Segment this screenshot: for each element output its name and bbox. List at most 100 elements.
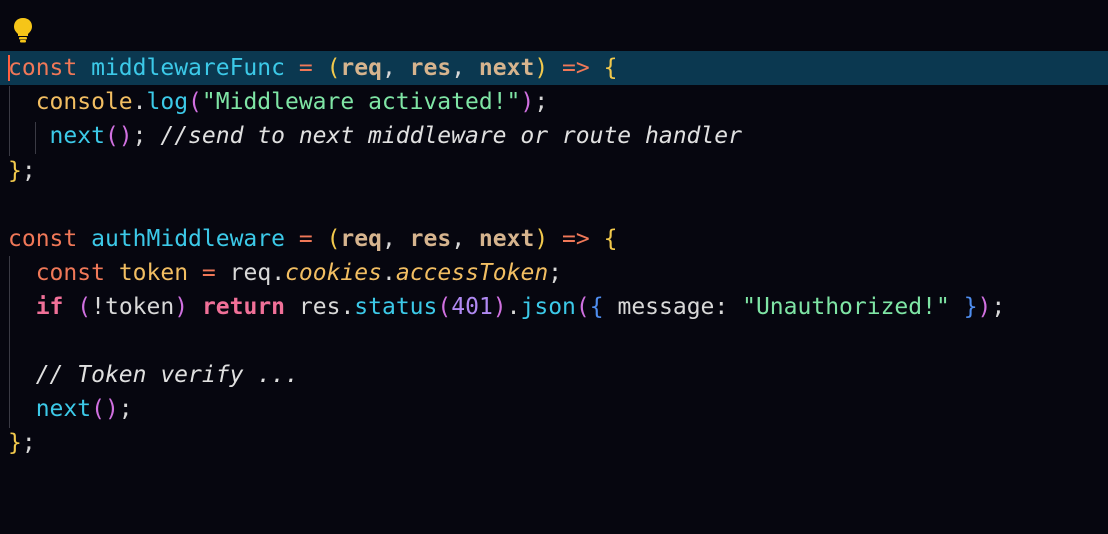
- code-token: ): [977, 294, 992, 320]
- indent-guide: [9, 256, 10, 428]
- code-token: res: [409, 55, 452, 81]
- code-token: const: [35, 260, 105, 286]
- code-token: authMiddleware: [91, 226, 285, 252]
- code-token: .: [271, 260, 286, 286]
- code-token: !token: [91, 294, 175, 320]
- code-token: (: [188, 89, 202, 115]
- code-token: cookies: [285, 260, 382, 286]
- code-line[interactable]: [0, 324, 1108, 358]
- code-token: {: [603, 55, 618, 81]
- code-token: status: [354, 294, 438, 320]
- code-token: middlewareFunc: [91, 55, 285, 81]
- code-token: {: [589, 294, 604, 320]
- code-token: =>: [562, 55, 590, 81]
- code-token: .: [340, 294, 355, 320]
- code-line[interactable]: };: [0, 426, 1108, 460]
- code-token: ): [520, 89, 535, 115]
- code-token: "Middleware activated!": [201, 89, 521, 115]
- code-token: ,: [451, 55, 479, 81]
- code-token: }: [963, 294, 978, 320]
- code-token: }: [8, 158, 22, 184]
- lightbulb-icon[interactable]: [12, 17, 34, 43]
- code-token: ;: [548, 260, 563, 286]
- code-line[interactable]: if (!token) return res.status(401).json(…: [0, 290, 1108, 324]
- code-token: "Unauthorized!": [742, 294, 950, 320]
- code-token: req: [340, 55, 382, 81]
- code-line[interactable]: next();: [0, 392, 1108, 426]
- code-token: if: [35, 294, 64, 320]
- code-token: return: [201, 294, 286, 320]
- indent-guide: [9, 86, 10, 156]
- code-text: // Token verify ...: [8, 358, 299, 392]
- code-token: res: [409, 226, 452, 252]
- code-text: next();: [8, 392, 133, 426]
- code-token: req: [340, 226, 382, 252]
- code-line[interactable]: };: [0, 154, 1108, 188]
- code-token: ;: [991, 294, 1006, 320]
- code-token: (): [104, 123, 133, 149]
- code-line[interactable]: console.log("Middleware activated!");: [0, 85, 1108, 119]
- code-token: ;: [21, 158, 36, 184]
- indent-guide: [35, 122, 36, 154]
- code-token: ;: [21, 430, 36, 456]
- code-token: ): [492, 294, 507, 320]
- code-token: ): [534, 226, 549, 252]
- code-token: .: [132, 89, 147, 115]
- code-token: 401: [451, 294, 493, 320]
- code-token: ;: [132, 123, 161, 149]
- code-token: =: [201, 260, 216, 286]
- code-text: const authMiddleware = (req, res, next) …: [8, 222, 617, 256]
- code-token: ,: [381, 226, 410, 252]
- code-text: };: [8, 154, 36, 188]
- code-token: (: [326, 226, 341, 252]
- code-token: next: [478, 226, 535, 252]
- code-token: (): [91, 396, 119, 422]
- code-line[interactable]: [0, 188, 1108, 222]
- code-token: next: [478, 55, 535, 81]
- code-token: =: [298, 226, 313, 252]
- code-text: const token = req.cookies.accessToken;: [8, 256, 562, 290]
- code-line[interactable]: const token = req.cookies.accessToken;: [0, 256, 1108, 290]
- code-token: res: [298, 294, 341, 320]
- code-token: =: [298, 55, 313, 81]
- code-token: // Token verify ...: [35, 362, 299, 388]
- code-text: next(); //send to next middleware or rou…: [8, 119, 742, 153]
- code-line[interactable]: const authMiddleware = (req, res, next) …: [0, 222, 1108, 256]
- code-editor[interactable]: const middlewareFunc = (req, res, next) …: [0, 0, 1108, 534]
- code-text: console.log("Middleware activated!");: [8, 85, 548, 119]
- code-line[interactable]: const middlewareFunc = (req, res, next) …: [0, 51, 1108, 85]
- code-token: req: [229, 260, 272, 286]
- code-token: //send to next middleware or route handl…: [160, 123, 742, 149]
- code-token: message:: [603, 294, 743, 320]
- code-token: ): [174, 294, 189, 320]
- code-line[interactable]: // Token verify ...: [0, 358, 1108, 392]
- code-token: token: [118, 260, 189, 286]
- code-token: ,: [381, 55, 410, 81]
- code-text: if (!token) return res.status(401).json(…: [8, 290, 1006, 324]
- code-token: const: [8, 55, 78, 81]
- code-token: ;: [534, 89, 549, 115]
- code-token: (: [77, 294, 92, 320]
- code-token: accessToken: [395, 260, 549, 286]
- code-token: (: [575, 294, 590, 320]
- code-line[interactable]: next(); //send to next middleware or rou…: [0, 119, 1108, 153]
- code-text: };: [8, 426, 36, 460]
- code-token: ): [534, 55, 549, 81]
